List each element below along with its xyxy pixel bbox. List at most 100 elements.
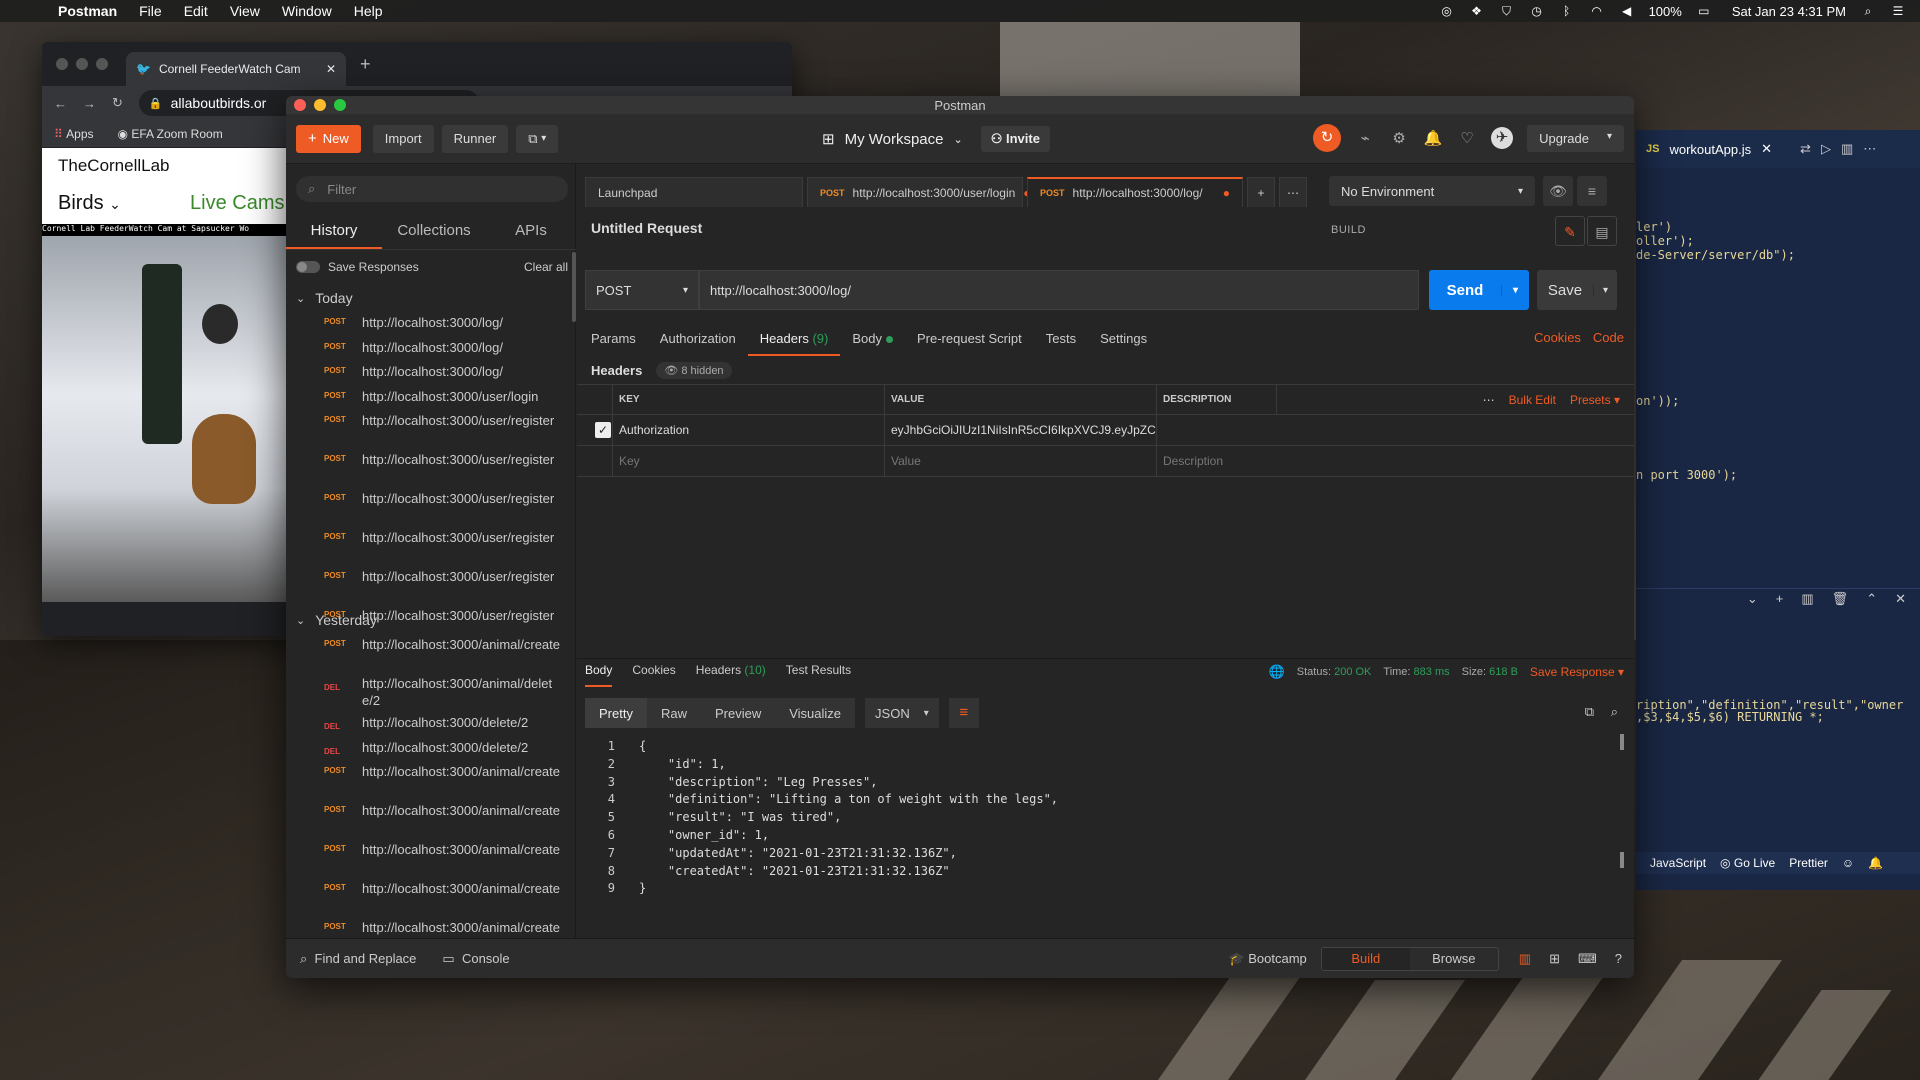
editor-tab-close-icon[interactable]: ✕ (1761, 141, 1772, 157)
live-cam-video[interactable] (42, 224, 292, 602)
copy-icon[interactable]: ⧉ (1585, 704, 1594, 720)
more-icon[interactable]: ⋯ (1483, 393, 1495, 407)
tab-params[interactable]: Params (591, 326, 648, 356)
sliders-icon[interactable]: ≡ (1577, 176, 1607, 206)
history-item[interactable]: POST http://localhost:3000/user/register (286, 412, 566, 429)
nav-live-cams[interactable]: Live Cams (190, 192, 284, 215)
header-desc-cell[interactable] (1157, 415, 1634, 446)
code-link[interactable]: Code (1593, 330, 1624, 345)
search-icon[interactable]: ⌕ (1611, 704, 1618, 720)
history-item[interactable]: POST http://localhost:3000/animal/create (286, 763, 566, 780)
tab-settings[interactable]: Settings (1088, 326, 1159, 356)
upgrade-button[interactable]: Upgrade ▾ (1527, 124, 1624, 152)
battery-icon[interactable]: ▭ (1696, 4, 1712, 18)
new-tab-icon[interactable]: + (360, 54, 371, 75)
sidebar-scrollbar[interactable] (572, 252, 576, 322)
caret-down-icon[interactable]: ▾ (1593, 284, 1617, 296)
resp-tab-body[interactable]: Body (585, 659, 613, 687)
time-machine-icon[interactable]: ◷ (1529, 4, 1545, 18)
clock[interactable]: Sat Jan 23 4:31 PM (1732, 4, 1846, 19)
menu-view[interactable]: View (230, 3, 260, 19)
back-icon[interactable]: ← (54, 96, 67, 111)
description-placeholder[interactable]: Description (1157, 446, 1634, 477)
history-item[interactable]: POST http://localhost:3000/animal/create (286, 919, 566, 936)
bookmark-efa[interactable]: ◉ EFA Zoom Room (118, 127, 223, 141)
volume-icon[interactable]: ◀ (1619, 4, 1635, 18)
view-visualize[interactable]: Visualize (775, 698, 855, 728)
zoom-dot[interactable] (96, 58, 108, 70)
tab-user-login[interactable]: POSThttp://localhost:3000/user/login● (807, 177, 1031, 207)
browse-mode-button[interactable]: Browse (1410, 948, 1498, 970)
eye-icon[interactable]: 👁 (1543, 176, 1573, 206)
history-item[interactable]: POST http://localhost:3000/user/register (286, 490, 566, 507)
menu-help[interactable]: Help (354, 3, 383, 19)
history-item[interactable]: POST http://localhost:3000/animal/create (286, 802, 566, 819)
forward-icon[interactable]: → (83, 96, 96, 111)
more-icon[interactable]: ⋯ (1863, 141, 1876, 157)
response-body[interactable]: 1{2 "id": 1, 3 "description": "Leg Presse… (585, 738, 1625, 938)
history-item[interactable]: POST http://localhost:3000/log/ (286, 363, 566, 380)
new-tab-button[interactable]: + (1247, 177, 1275, 207)
hidden-headers-toggle[interactable]: 👁 8 hidden (656, 362, 732, 379)
workspace-switcher[interactable]: ⊞ My Workspace ⌄ ⚇ Invite (822, 126, 1050, 152)
history-item[interactable]: POST http://localhost:3000/animal/create (286, 636, 566, 653)
two-pane-icon[interactable]: ▥ (1519, 951, 1531, 967)
feedback-icon[interactable]: ☺ (1842, 856, 1854, 870)
tab-headers[interactable]: Headers (9) (747, 326, 841, 356)
save-button[interactable]: Save ▾ (1537, 270, 1617, 310)
keyboard-icon[interactable]: ⌨ (1578, 951, 1597, 967)
status-go-live[interactable]: ◎ Go Live (1720, 856, 1775, 870)
browser-tab[interactable]: 🐦 Cornell FeederWatch Cam ✕ (126, 52, 346, 86)
history-item[interactable]: POST http://localhost:3000/user/register (286, 568, 566, 585)
split-editor-icon[interactable]: ▥ (1841, 141, 1853, 157)
history-item[interactable]: POST http://localhost:3000/log/ (286, 339, 566, 356)
menu-window[interactable]: Window (282, 3, 332, 19)
new-button[interactable]: + New (296, 124, 361, 153)
heart-icon[interactable]: ♡ (1457, 129, 1477, 147)
avatar[interactable]: ✈ (1491, 127, 1514, 149)
trash-icon[interactable]: 🗑 (1832, 591, 1849, 607)
globe-icon[interactable]: 🌐 (1269, 664, 1285, 680)
tab-apis[interactable]: APIs (486, 216, 576, 249)
history-item[interactable]: DEL http://localhost:3000/delete/2 (286, 739, 566, 756)
satellite-icon[interactable]: ⌁ (1355, 129, 1375, 147)
control-center-icon[interactable]: ☰ (1890, 4, 1906, 18)
history-item[interactable]: POST http://localhost:3000/user/register (286, 451, 566, 468)
minimize-dot[interactable] (76, 58, 88, 70)
tab-log[interactable]: POST http://localhost:3000/log/● (1027, 177, 1243, 207)
menu-file[interactable]: File (139, 3, 162, 19)
environment-select[interactable]: No Environment ▾ (1329, 176, 1535, 206)
editor-tab[interactable]: workoutApp.js (1669, 142, 1751, 157)
bell-icon[interactable]: 🔔 (1423, 129, 1443, 147)
build-mode-button[interactable]: Build (1321, 947, 1410, 970)
tab-collections[interactable]: Collections (382, 216, 486, 249)
bootcamp-button[interactable]: 🎓 Bootcamp (1228, 951, 1306, 967)
invite-button[interactable]: ⚇ Invite (980, 126, 1050, 152)
close-dot[interactable] (56, 58, 68, 70)
sync-icon[interactable]: ↻ (1313, 124, 1342, 152)
history-item[interactable]: POST http://localhost:3000/user/login (286, 388, 566, 405)
close-icon[interactable]: ✕ (1895, 591, 1906, 607)
status-language[interactable]: JavaScript (1650, 856, 1706, 870)
history-item[interactable]: POST http://localhost:3000/log/ (286, 314, 566, 331)
value-placeholder[interactable]: Value (885, 445, 1157, 477)
new-window-button[interactable]: ⧉ ▾ (516, 124, 559, 153)
tab-prerequest-script[interactable]: Pre-request Script (905, 326, 1034, 356)
resp-tab-cookies[interactable]: Cookies (632, 659, 675, 687)
view-pretty[interactable]: Pretty (585, 698, 647, 728)
runner-button[interactable]: Runner (441, 124, 509, 153)
resp-tab-test-results[interactable]: Test Results (786, 659, 851, 687)
comments-icon[interactable]: ▤ (1587, 216, 1617, 246)
add-terminal-icon[interactable]: + (1776, 591, 1784, 606)
gear-icon[interactable]: ⚙ (1389, 129, 1409, 147)
tab-options-button[interactable]: ⋯ (1279, 177, 1307, 207)
history-item[interactable]: POST http://localhost:3000/user/register (286, 529, 566, 546)
status-prettier[interactable]: Prettier (1789, 856, 1828, 870)
import-button[interactable]: Import (372, 124, 434, 153)
tab-body[interactable]: Body (840, 326, 905, 356)
run-icon[interactable]: ▷ (1821, 141, 1831, 157)
history-item[interactable]: POST http://localhost:3000/animal/create (286, 841, 566, 858)
checkbox[interactable]: ✓ (595, 422, 611, 438)
bulk-edit-button[interactable]: Bulk Edit (1509, 393, 1556, 407)
header-key-cell[interactable]: Authorization (613, 414, 885, 446)
